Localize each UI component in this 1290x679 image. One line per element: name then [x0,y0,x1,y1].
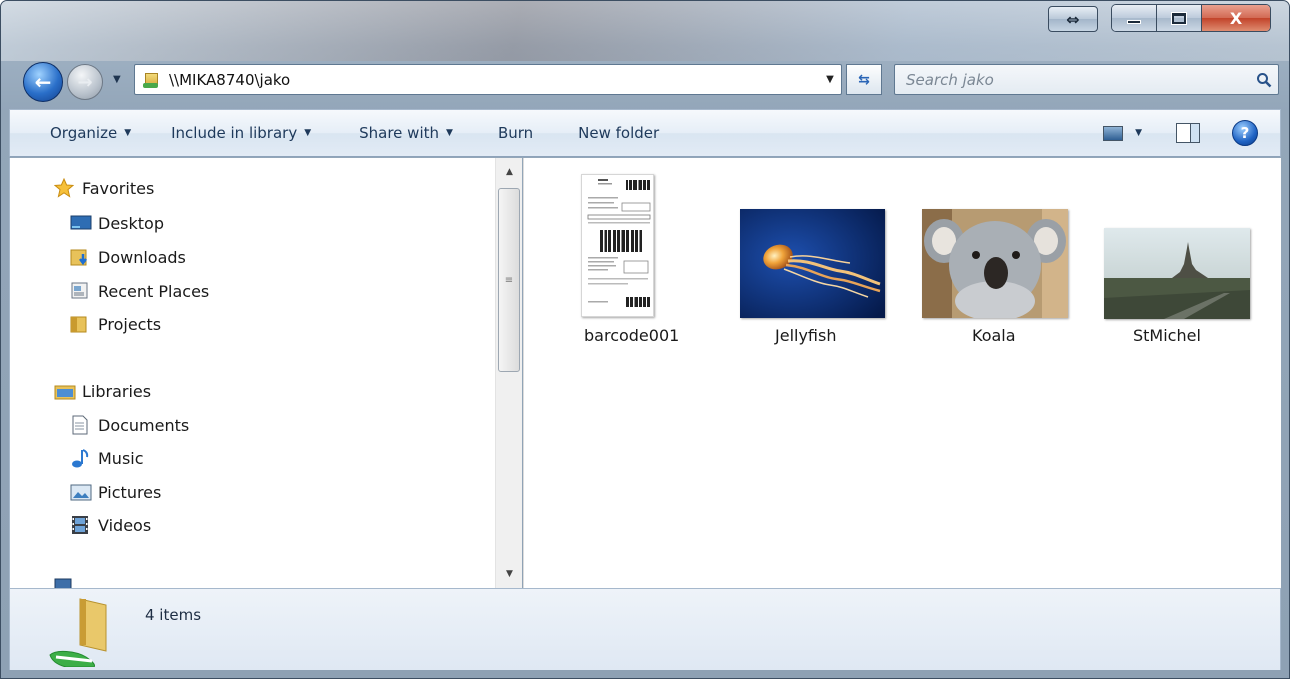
koala-photo-thumbnail [922,209,1068,318]
libraries-icon [54,381,76,401]
nav-item-desktop[interactable]: Desktop [70,213,164,233]
videos-label: Videos [98,515,152,535]
network-folder-icon [143,71,159,89]
share-with-label: Share with [359,124,440,142]
refresh-icon: ⇆ [858,71,870,88]
favorites-label: Favorites [82,178,155,198]
libraries-label: Libraries [82,381,152,401]
scroll-thumb[interactable]: ≡ [498,188,520,372]
navigation-pane: Favorites Desktop Downloads Recent Place… [9,158,522,588]
address-history-dropdown[interactable]: ▼ [819,74,841,85]
chevron-down-icon: ▼ [304,128,312,138]
file-name: Koala [972,326,1016,345]
include-in-library-label: Include in library [171,124,298,142]
file-item-koala[interactable]: Koala [914,174,1074,354]
forward-arrow-icon: → [77,71,93,93]
back-arrow-icon: ← [34,70,52,94]
pictures-label: Pictures [98,482,162,502]
recent-places-icon [70,281,90,301]
pictures-icon [70,482,92,502]
share-with-menu[interactable]: Share with ▼ [331,124,473,142]
burn-label: Burn [497,124,534,142]
refresh-button[interactable]: ⇆ [846,64,882,95]
nav-libraries[interactable]: Libraries [54,381,151,401]
preview-pane-icon[interactable] [1176,123,1200,143]
item-count: 4 items [145,606,202,624]
explorer-window: ⇔ X ← → ▼ \\MIKA8740\jako ▼ ⇆ Search jak… [0,0,1290,679]
desktop-label: Desktop [98,213,164,233]
chevron-down-icon: ▼ [446,128,453,138]
view-controls: ▼ ? [1103,120,1280,146]
new-folder-label: New folder [578,124,660,142]
close-button[interactable]: X [1202,5,1270,31]
landscape-photo-thumbnail [1104,228,1250,319]
maximize-button[interactable] [1157,5,1202,31]
address-path[interactable]: \\MIKA8740\jako [169,71,819,89]
search-box[interactable]: Search jako [894,64,1279,95]
nav-item-documents[interactable]: Documents [70,415,189,435]
burn-button[interactable]: Burn [473,124,553,142]
scroll-up-arrow-icon[interactable]: ▲ [496,162,523,182]
file-item-jellyfish[interactable]: Jellyfish [732,174,892,354]
chevron-down-icon: ▼ [1135,128,1142,138]
forward-button[interactable]: → [67,64,103,100]
close-icon: X [1229,8,1243,28]
command-bar: Organize ▼ Include in library ▼ Share with… [9,109,1281,157]
file-name: Jellyfish [775,326,837,345]
minimize-button[interactable] [1112,5,1157,31]
help-icon[interactable]: ? [1232,120,1258,146]
nav-item-music[interactable]: Music [70,448,144,468]
nav-item-downloads[interactable]: Downloads [70,247,186,267]
desktop-icon [70,213,92,233]
change-view-icon[interactable] [1103,125,1124,141]
star-icon [53,177,75,198]
recent-pages-dropdown[interactable]: ▼ [113,74,127,88]
new-folder-button[interactable]: New folder [553,124,679,142]
address-bar[interactable]: \\MIKA8740\jako ▼ [134,64,842,95]
maximize-icon [1171,11,1187,25]
computer-icon [54,576,74,588]
nav-pane-scrollbar[interactable]: ▲ ≡ ▼ [495,158,522,588]
recent-places-label: Recent Places [98,281,210,301]
documents-icon [70,415,90,435]
barcode-document-thumbnail [581,174,654,317]
organize-label: Organize [50,124,118,142]
nav-item-videos[interactable]: Videos [70,515,151,535]
more-options-dropdown[interactable]: ▼ [1135,128,1142,138]
chevron-down-icon: ▼ [124,128,132,138]
downloads-label: Downloads [98,247,186,267]
jellyfish-photo-thumbnail [740,209,885,318]
projects-label: Projects [98,314,162,334]
organize-menu[interactable]: Organize ▼ [10,124,151,142]
nav-computer-partial[interactable] [54,576,82,588]
network-folder-icon [46,595,118,668]
back-button[interactable]: ← [23,62,63,102]
nav-item-recent-places[interactable]: Recent Places [70,281,209,301]
nav-item-pictures[interactable]: Pictures [70,482,161,502]
details-pane: 4 items [9,588,1281,670]
nav-item-projects[interactable]: Projects [70,314,161,334]
chevron-down-icon: ▼ [113,74,121,85]
double-arrow-icon: ⇔ [1066,9,1080,29]
downloads-folder-icon [70,247,90,267]
minimize-icon [1127,20,1141,24]
folder-icon [70,314,90,334]
file-list-pane: barcode001 Jellyfish Koala StMichel [523,158,1281,588]
resize-toggle-button[interactable]: ⇔ [1048,6,1098,32]
videos-icon [70,515,90,535]
music-label: Music [98,448,144,468]
scroll-down-arrow-icon[interactable]: ▼ [496,564,523,584]
nav-favorites[interactable]: Favorites [53,177,155,198]
file-item-stmichel[interactable]: StMichel [1096,174,1256,354]
search-icon[interactable] [1250,72,1278,88]
file-item-barcode001[interactable]: barcode001 [564,174,704,354]
include-in-library-menu[interactable]: Include in library ▼ [151,124,331,142]
file-name: StMichel [1133,326,1201,345]
search-input[interactable]: Search jako [906,71,1250,89]
music-icon [70,448,90,468]
caption-buttons: X [1111,4,1271,32]
file-name: barcode001 [584,326,680,345]
documents-label: Documents [98,415,190,435]
